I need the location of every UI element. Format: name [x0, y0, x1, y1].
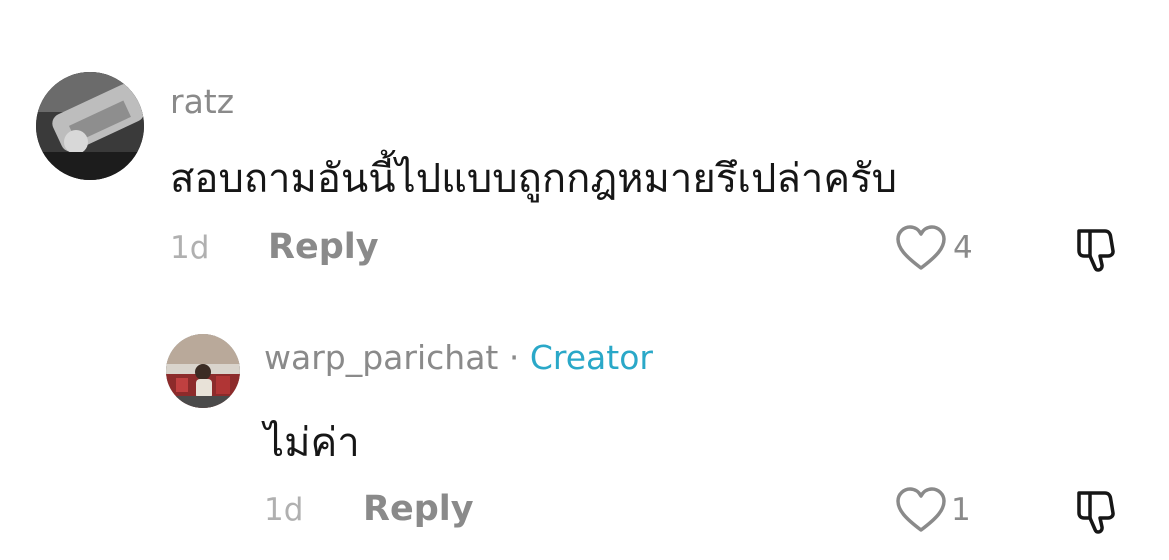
comment-text: สอบถามอันนี้ไปแบบถูกกฎหมายรึเปล่าครับ	[170, 156, 897, 202]
dislike-button[interactable]	[1075, 226, 1121, 272]
like-count: 4	[953, 230, 973, 266]
heart-outline-icon	[896, 487, 946, 532]
reply-button[interactable]: Reply	[268, 227, 379, 267]
like-button[interactable]: 1	[895, 486, 971, 534]
separator: ·	[508, 338, 520, 377]
dislike-button[interactable]	[1075, 488, 1121, 534]
creator-badge: Creator	[529, 338, 653, 377]
heart-outline-icon	[896, 225, 946, 270]
person-photo-avatar-icon	[166, 334, 240, 408]
creator-avatar[interactable]	[166, 334, 240, 408]
user-avatar[interactable]	[36, 72, 144, 180]
username[interactable]: ratz	[170, 82, 234, 121]
comment-time: 1d	[170, 230, 210, 266]
like-button[interactable]: 4	[895, 224, 973, 272]
comment-time: 1d	[264, 492, 304, 528]
wrench-avatar-icon	[36, 72, 144, 180]
comment-text: ไม่ค่า	[264, 420, 360, 466]
thumbs-down-icon	[1077, 491, 1115, 534]
thumbs-down-icon	[1077, 229, 1115, 272]
reply-button[interactable]: Reply	[363, 489, 474, 529]
reply-username-line: warp_parichat · Creator	[264, 338, 653, 377]
username[interactable]: warp_parichat	[264, 338, 498, 377]
like-count: 1	[951, 492, 971, 528]
